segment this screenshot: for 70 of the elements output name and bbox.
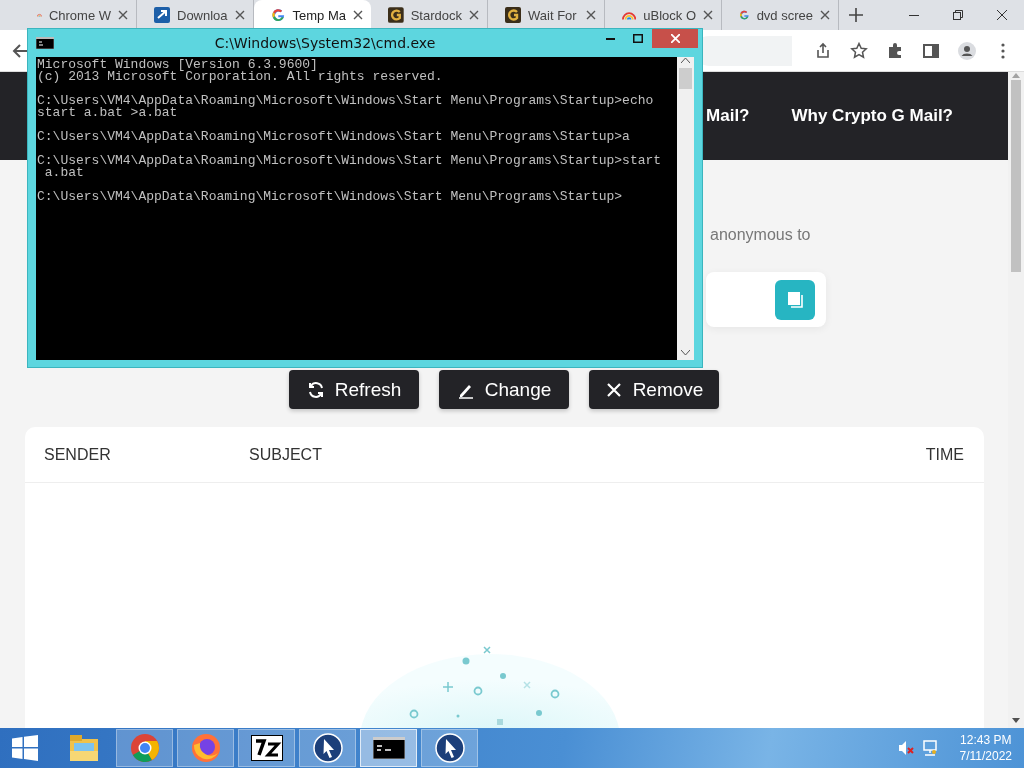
close-icon [235, 10, 245, 20]
firefox-icon [190, 733, 221, 763]
back-icon[interactable] [12, 42, 28, 59]
console-icon [372, 737, 405, 759]
close-icon [703, 10, 713, 20]
scroll-up-icon [681, 57, 690, 63]
remove-button[interactable]: Remove [589, 370, 719, 409]
folder-icon [67, 733, 100, 763]
windows-logo-icon [12, 735, 38, 761]
star-icon[interactable] [850, 41, 868, 60]
minimize-icon [605, 37, 615, 40]
console-line: C:\Users\VM4\AppData\Roaming\Microsoft\Windows\Start Menu\Programs\Startup>start [37, 155, 663, 167]
email-field[interactable] [706, 272, 826, 327]
scrollbar-thumb[interactable] [1011, 80, 1021, 272]
maximize-icon [633, 34, 643, 43]
restore-icon [953, 10, 963, 20]
console-line: a.bat [44, 167, 84, 179]
cursor-icon [312, 733, 343, 763]
close-icon [997, 10, 1007, 20]
console-line: C:\Users\VM4\AppData\Roaming\Microsoft\Windows\Start Menu\Programs\Startup>a [37, 131, 631, 143]
edit-button[interactable]: Change [439, 370, 569, 409]
puzzle-icon[interactable] [886, 41, 904, 60]
profile-icon[interactable] [958, 41, 976, 60]
muted-speaker-icon[interactable] [897, 740, 914, 756]
console-line: start a.bat >a.bat [37, 107, 178, 119]
share-icon[interactable] [814, 41, 832, 60]
close-icon [586, 10, 596, 20]
console-line: Microsoft Windows [Version 6.3.9600] [37, 59, 319, 71]
taskbar-app[interactable] [421, 729, 478, 767]
archive-icon [250, 735, 283, 761]
console-line: C:\Users\VM4\AppData\Roaming\Microsoft\Windows\Start Menu\Programs\Startup>echo [37, 95, 655, 107]
scroll-up-icon [1012, 72, 1020, 78]
scrollbar-thumb[interactable] [679, 68, 692, 89]
chrome-icon [129, 733, 160, 763]
nav-link[interactable]: Mail? [706, 106, 750, 126]
console-icon [36, 37, 54, 49]
column-header: SUBJECT [249, 445, 322, 464]
google-icon [271, 7, 286, 23]
taskbar-app[interactable] [238, 729, 295, 767]
plus-icon[interactable] [849, 8, 863, 22]
refresh-icon [306, 380, 325, 399]
browser-tab[interactable]: dvd scree [722, 0, 839, 30]
download-icon [154, 7, 170, 23]
browser-tab[interactable]: Temp Ma [254, 0, 371, 30]
g-logo-icon [388, 7, 404, 23]
g-logo-icon [505, 7, 521, 23]
refresh-button[interactable]: Refresh [289, 370, 419, 409]
sidebar-icon[interactable] [922, 41, 940, 60]
scroll-down-icon [681, 350, 690, 356]
close-button[interactable] [652, 29, 698, 48]
close-icon [118, 10, 128, 20]
copy-icon [785, 289, 805, 310]
taskbar-app[interactable] [299, 729, 356, 767]
column-header: SENDER [44, 445, 112, 464]
window-title: C:\Windows\System32\cmd.exe [213, 35, 437, 51]
nav-link[interactable]: Why Crypto G Mail? [791, 106, 953, 126]
taskbar-app[interactable] [360, 729, 417, 767]
console-line: (c) 2013 Microsoft Corporation. All rights reserved. [37, 71, 444, 83]
close-icon [820, 10, 830, 20]
scroll-down-icon [1012, 718, 1020, 724]
minimize-icon [909, 14, 919, 16]
column-header: TIME [925, 445, 964, 464]
close-icon [670, 34, 680, 43]
close-icon [604, 380, 623, 399]
close-icon [353, 10, 363, 20]
intro-text: anonymous to [710, 226, 811, 244]
cursor-icon [434, 733, 465, 763]
close-icon [469, 10, 479, 20]
scrollbar[interactable] [677, 57, 694, 360]
console-line: C:\Users\VM4\AppData\Roaming\Microsoft\Windows\Start Menu\Programs\Startup> [37, 191, 624, 203]
